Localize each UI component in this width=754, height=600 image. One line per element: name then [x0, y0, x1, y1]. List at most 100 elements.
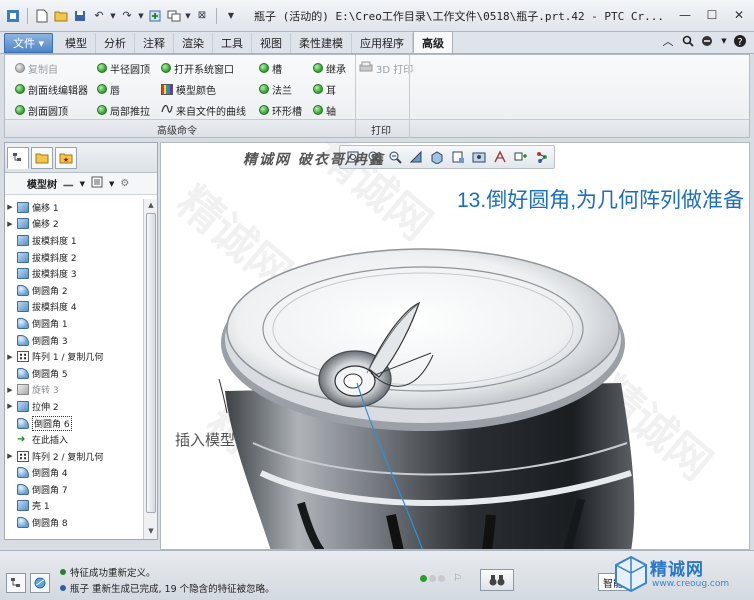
- regenerate-icon[interactable]: [146, 7, 164, 25]
- model-tree-row[interactable]: ▶ 偏移 2: [5, 216, 143, 233]
- section-dome-button[interactable]: 剖面圆顶: [15, 101, 68, 119]
- tab-view[interactable]: 视图: [252, 33, 292, 53]
- model-tree-row[interactable]: 拔模斜度 1: [5, 232, 143, 249]
- folder-browser-tab[interactable]: [31, 146, 53, 169]
- model-tree-row[interactable]: 倒圆角 8: [5, 514, 143, 531]
- model-tree-row[interactable]: 倒圆角 5: [5, 365, 143, 382]
- svg-text:?: ?: [737, 37, 742, 48]
- lip-button[interactable]: 唇: [97, 80, 120, 98]
- close-icon[interactable]: ✕: [726, 4, 752, 26]
- favorites-tab[interactable]: ★: [55, 146, 77, 169]
- close-window-icon[interactable]: ⊠: [193, 7, 211, 25]
- expand-arrow-icon[interactable]: ▶: [5, 220, 15, 228]
- help-dropdown-icon[interactable]: ▼: [720, 33, 728, 49]
- model-tree-row[interactable]: 倒圆角 3: [5, 332, 143, 349]
- ring-groove-button[interactable]: 环形槽: [259, 101, 302, 119]
- round-feature-icon: [17, 317, 29, 329]
- scroll-down-icon[interactable]: ▼: [146, 527, 156, 537]
- curve-from-file-button[interactable]: 来自文件的曲线: [161, 101, 246, 119]
- search-icon[interactable]: [680, 33, 696, 49]
- bottle-model-render[interactable]: [161, 143, 750, 550]
- section-editor-button[interactable]: 剖面线编辑器: [15, 80, 88, 98]
- find-button[interactable]: [480, 569, 514, 591]
- model-tree-row[interactable]: 倒圆角 6: [5, 415, 143, 432]
- tab-tools[interactable]: 工具: [213, 33, 253, 53]
- navigator-toggle-icon[interactable]: [6, 573, 26, 593]
- model-tree-row[interactable]: 拔模斜度 2: [5, 249, 143, 266]
- settings-dropdown-icon[interactable]: ▼: [80, 180, 85, 188]
- ear-button[interactable]: 耳: [313, 80, 336, 98]
- tab-model[interactable]: 模型: [57, 33, 97, 53]
- model-tree-row[interactable]: 倒圆角 7: [5, 481, 143, 498]
- app-logo-icon[interactable]: [4, 7, 22, 25]
- shaft-button[interactable]: 轴: [313, 101, 336, 119]
- model-tree-tab[interactable]: [7, 146, 29, 169]
- collapse-ribbon-icon[interactable]: ︿: [660, 33, 676, 49]
- model-tree-row[interactable]: ▶ 偏移 1: [5, 199, 143, 216]
- community-icon[interactable]: [700, 33, 716, 49]
- flag-icon[interactable]: ⚐: [453, 573, 462, 584]
- redo-dropdown-icon[interactable]: ▼: [137, 7, 145, 25]
- model-tree-row[interactable]: ➜ 在此插入: [5, 431, 143, 448]
- tab-file[interactable]: 文件 ▾: [4, 33, 54, 53]
- flange-button[interactable]: 法兰: [259, 80, 292, 98]
- tab-annotate[interactable]: 注释: [135, 33, 175, 53]
- model-tree-label[interactable]: 模型树: [27, 176, 57, 191]
- expand-arrow-icon[interactable]: ▶: [5, 452, 15, 460]
- model-tree-row[interactable]: 倒圆角 1: [5, 315, 143, 332]
- help-icon[interactable]: ?: [732, 33, 748, 49]
- new-file-icon[interactable]: [33, 7, 51, 25]
- insert-here-arrow-icon[interactable]: ➜: [17, 434, 29, 445]
- open-system-window-button[interactable]: 打开系统窗口: [161, 59, 234, 77]
- model-tree-row[interactable]: 拔模斜度 3: [5, 265, 143, 282]
- model-tree-row[interactable]: ▶ 阵列 1 / 复制几何: [5, 348, 143, 365]
- maximize-icon[interactable]: ☐: [699, 4, 725, 26]
- open-folder-icon[interactable]: [52, 7, 70, 25]
- model-color-button[interactable]: 模型颜色: [161, 80, 216, 98]
- feature-label: 壳 1: [32, 502, 50, 513]
- undo-icon[interactable]: ↶: [90, 7, 108, 25]
- scroll-thumb[interactable]: [146, 213, 156, 513]
- inheritance-button[interactable]: 继承: [313, 59, 346, 77]
- copy-from-button[interactable]: 复制自: [15, 59, 58, 77]
- model-tree-row[interactable]: ▶ 旋转 3: [5, 382, 143, 399]
- tab-analysis[interactable]: 分析: [96, 33, 136, 53]
- expand-arrow-icon[interactable]: ▶: [5, 402, 15, 410]
- groove-button[interactable]: 槽: [259, 59, 282, 77]
- expand-arrow-icon[interactable]: ▶: [5, 353, 15, 361]
- model-tree-row[interactable]: 倒圆角 2: [5, 282, 143, 299]
- save-icon[interactable]: [71, 7, 89, 25]
- tab-flexible-modeling[interactable]: 柔性建模: [291, 33, 353, 53]
- expand-arrow-icon[interactable]: ▶: [5, 203, 15, 211]
- filter-icon[interactable]: ⚙: [120, 178, 129, 189]
- model-tree-row[interactable]: ▶ 拉伸 2: [5, 398, 143, 415]
- model-tree-scrollbar[interactable]: ▲ ▼: [143, 199, 157, 539]
- redo-icon[interactable]: ↷: [118, 7, 136, 25]
- model-tree-row[interactable]: 壳 1: [5, 498, 143, 515]
- button-label: 轴: [326, 106, 336, 118]
- browser-toggle-icon[interactable]: [30, 573, 50, 593]
- settings-icon[interactable]: 𝍠: [63, 173, 74, 195]
- model-tree-row[interactable]: 倒圆角 4: [5, 465, 143, 482]
- show-icon[interactable]: [91, 176, 103, 191]
- button-label: 槽: [272, 64, 282, 76]
- expand-arrow-icon[interactable]: ▶: [5, 386, 15, 394]
- regeneration-status[interactable]: ⚐: [420, 573, 462, 584]
- tab-advanced[interactable]: 高级: [413, 31, 454, 53]
- 3d-print-button[interactable]: 3D 打印: [359, 59, 413, 77]
- tab-render[interactable]: 渲染: [174, 33, 214, 53]
- radius-dome-button[interactable]: 半径圆顶: [97, 59, 150, 77]
- graphics-window[interactable]: 精诚网 精诚网 精诚网 精诚网 精诚网 精诚网 破衣哥/冉鑫 13.倒好圆角,为…: [160, 142, 750, 550]
- customize-toolbar-icon[interactable]: ▼: [222, 7, 240, 25]
- logo-url: www.creoug.com: [652, 579, 730, 589]
- scroll-up-icon[interactable]: ▲: [146, 201, 156, 211]
- model-tree-row[interactable]: 拔模斜度 4: [5, 299, 143, 316]
- model-tree-row[interactable]: ▶ 阵列 2 / 复制几何: [5, 448, 143, 465]
- tab-applications[interactable]: 应用程序: [352, 33, 414, 53]
- local-push-button[interactable]: 局部推拉: [97, 101, 150, 119]
- windows-dropdown-icon[interactable]: ▼: [184, 7, 192, 25]
- show-dropdown-icon[interactable]: ▼: [109, 180, 114, 188]
- minimize-icon[interactable]: —: [672, 4, 698, 26]
- undo-dropdown-icon[interactable]: ▼: [109, 7, 117, 25]
- windows-icon[interactable]: [165, 7, 183, 25]
